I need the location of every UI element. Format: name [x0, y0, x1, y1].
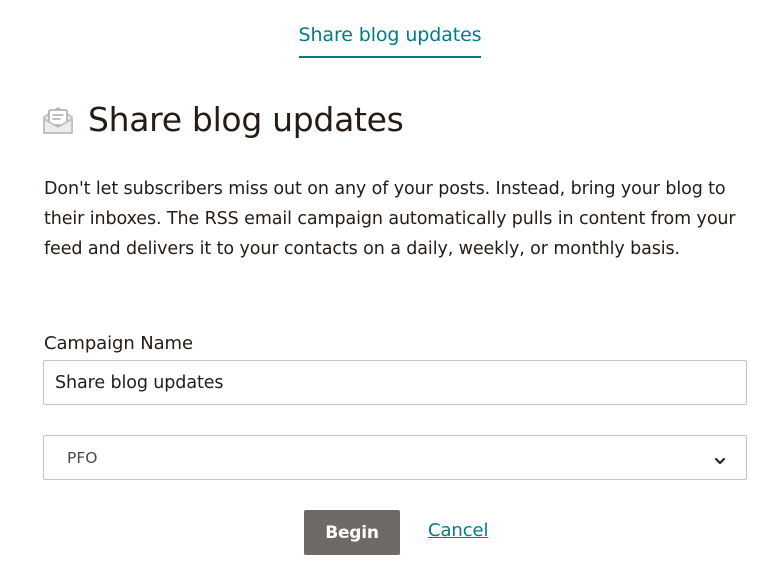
begin-button[interactable]: Begin: [304, 510, 400, 555]
page-title: Share blog updates: [88, 100, 404, 139]
envelope-document-icon: [42, 104, 74, 136]
audience-select-value: PFO: [67, 449, 98, 467]
campaign-name-label: Campaign Name: [44, 333, 193, 354]
campaign-name-input[interactable]: [43, 360, 747, 405]
chevron-down-icon: [714, 452, 726, 464]
description-text: Don't let subscribers miss out on any of…: [44, 179, 736, 259]
audience-select[interactable]: PFO: [43, 435, 747, 480]
tab-share-blog-updates[interactable]: Share blog updates: [298, 24, 482, 58]
cancel-link[interactable]: Cancel: [428, 520, 488, 541]
tab-bar: Share blog updates: [0, 0, 780, 58]
page-header: Share blog updates: [42, 100, 404, 139]
